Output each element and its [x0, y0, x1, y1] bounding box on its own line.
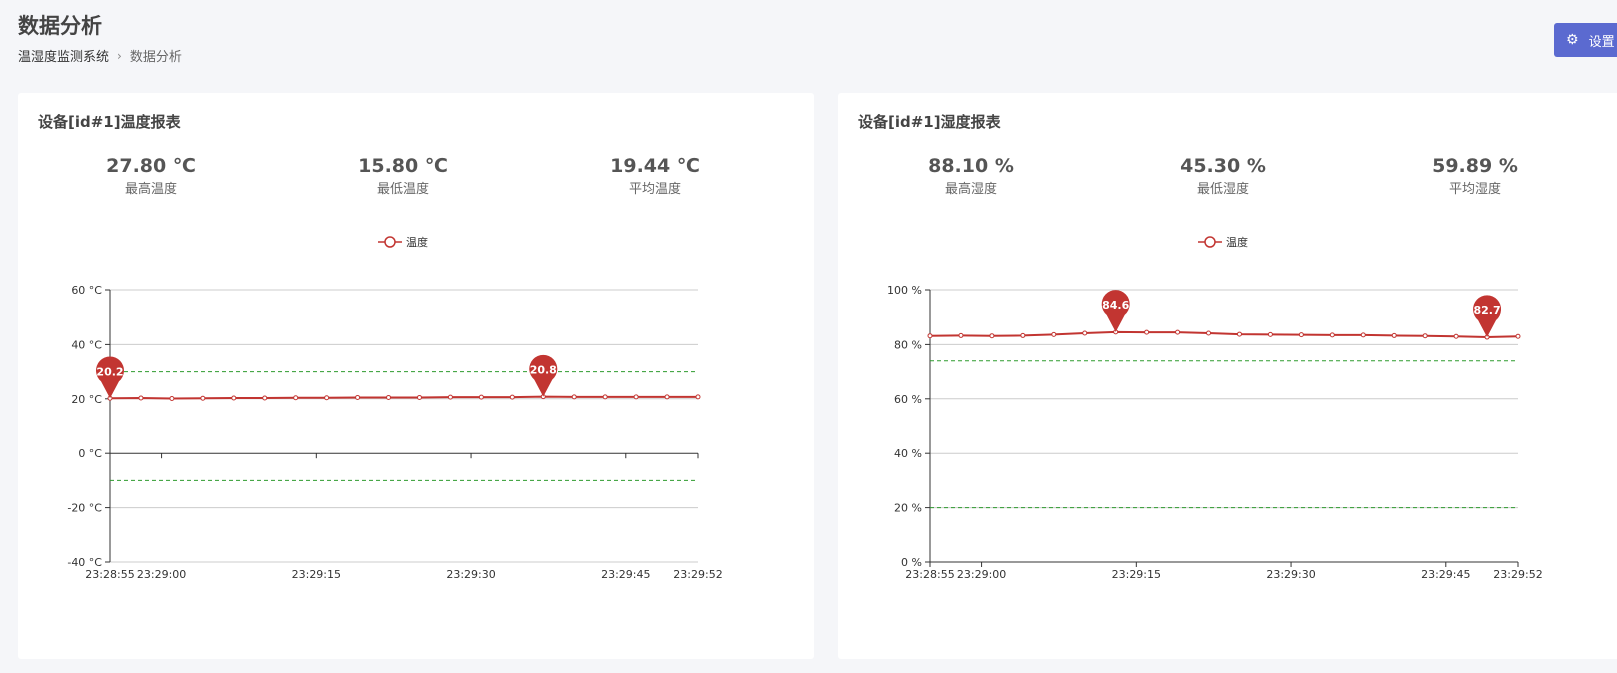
- settings-button-label: 设置: [1588, 34, 1615, 50]
- y-tick-label: 20 %: [894, 502, 922, 515]
- y-tick-label: 80 %: [894, 338, 922, 351]
- data-point: [989, 333, 995, 339]
- data-point: [571, 394, 577, 400]
- x-tick-label: 23:29:45: [1421, 568, 1470, 581]
- humidity-line-chart[interactable]: 温度100 %80 %60 %40 %20 %0 %23:28:55 23:29:…: [838, 93, 1617, 659]
- data-point: [509, 394, 515, 400]
- page-title: 数据分析: [18, 14, 102, 38]
- mark-point-label: 82.7: [1473, 304, 1500, 317]
- data-point: [416, 394, 422, 400]
- data-point: [1453, 333, 1459, 339]
- data-point: [200, 395, 206, 401]
- y-tick-label: 0 °C: [78, 447, 102, 460]
- data-point: [1020, 332, 1026, 338]
- y-tick-label: 60 %: [894, 393, 922, 406]
- x-tick-label: 23:29:52: [1493, 568, 1542, 581]
- x-tick-label: 23:28:55: [85, 568, 134, 581]
- data-point: [1298, 332, 1304, 338]
- data-point: [262, 395, 268, 401]
- y-tick-label: 40 °C: [71, 338, 102, 351]
- data-point: [927, 333, 933, 339]
- data-point: [1515, 333, 1521, 339]
- breadcrumb-root[interactable]: 温湿度监测系统: [18, 46, 109, 65]
- data-point: [1236, 331, 1242, 337]
- y-tick-label: 20 °C: [71, 393, 102, 406]
- x-tick-label: 23:29:00: [137, 568, 186, 581]
- mark-point-label: 20.2: [96, 365, 123, 378]
- mark-point-label: 84.6: [1102, 299, 1129, 312]
- legend-label: 温度: [1226, 235, 1248, 249]
- data-point: [1329, 332, 1335, 338]
- data-point: [478, 394, 484, 400]
- data-point: [1360, 332, 1366, 338]
- data-point: [355, 394, 361, 400]
- data-point: [1175, 329, 1181, 335]
- data-point: [1391, 332, 1397, 338]
- x-tick-label: 23:29:00: [957, 568, 1006, 581]
- y-tick-label: 60 °C: [71, 284, 102, 297]
- data-point: [664, 394, 670, 400]
- data-point: [293, 395, 299, 401]
- data-point: [1144, 329, 1150, 335]
- temperature-report-card: 设备[id#1]温度报表 27.80 ℃ 最高温度 15.80 ℃ 最低温度 1…: [18, 93, 814, 659]
- legend-label: 温度: [406, 235, 428, 249]
- y-tick-label: 40 %: [894, 447, 922, 460]
- x-tick-label: 23:29:30: [446, 568, 495, 581]
- data-point: [324, 395, 330, 401]
- gear-icon: ⚙: [1566, 32, 1579, 48]
- data-point: [231, 395, 237, 401]
- series-line: [109, 395, 698, 400]
- temperature-line-chart[interactable]: 温度60 °C40 °C20 °C0 °C-20 °C-40 °C23:28:5…: [18, 93, 814, 659]
- x-tick-label: 23:29:30: [1266, 568, 1315, 581]
- humidity-report-card: 设备[id#1]湿度报表 88.10 % 最高湿度 45.30 % 最低湿度 5…: [838, 93, 1617, 659]
- data-point: [386, 394, 392, 400]
- x-tick-label: 23:29:15: [1112, 568, 1161, 581]
- data-point: [695, 394, 701, 400]
- legend-symbol: [1204, 236, 1216, 248]
- chevron-right-icon: ›: [117, 48, 122, 63]
- data-point: [138, 395, 144, 401]
- legend-symbol: [384, 236, 396, 248]
- breadcrumb: 温湿度监测系统 › 数据分析: [18, 46, 182, 66]
- data-point: [1082, 330, 1088, 336]
- breadcrumb-current: 数据分析: [129, 50, 182, 65]
- settings-button[interactable]: ⚙ 设置: [1554, 23, 1617, 57]
- series-line: [929, 330, 1519, 339]
- x-tick-label: 23:28:55: [905, 568, 954, 581]
- y-tick-label: -20 °C: [67, 502, 102, 515]
- data-point: [602, 394, 608, 400]
- data-point: [1422, 333, 1428, 339]
- y-tick-label: 100 %: [887, 284, 922, 297]
- data-point: [958, 332, 964, 338]
- mark-point-label: 20.8: [530, 364, 557, 377]
- x-tick-label: 23:29:15: [292, 568, 341, 581]
- data-point: [1267, 331, 1273, 337]
- data-point: [447, 394, 453, 400]
- data-point: [1051, 331, 1057, 337]
- data-point: [633, 394, 639, 400]
- data-point: [1206, 330, 1212, 336]
- x-tick-label: 23:29:52: [673, 568, 722, 581]
- x-tick-label: 23:29:45: [601, 568, 650, 581]
- data-point: [169, 396, 175, 402]
